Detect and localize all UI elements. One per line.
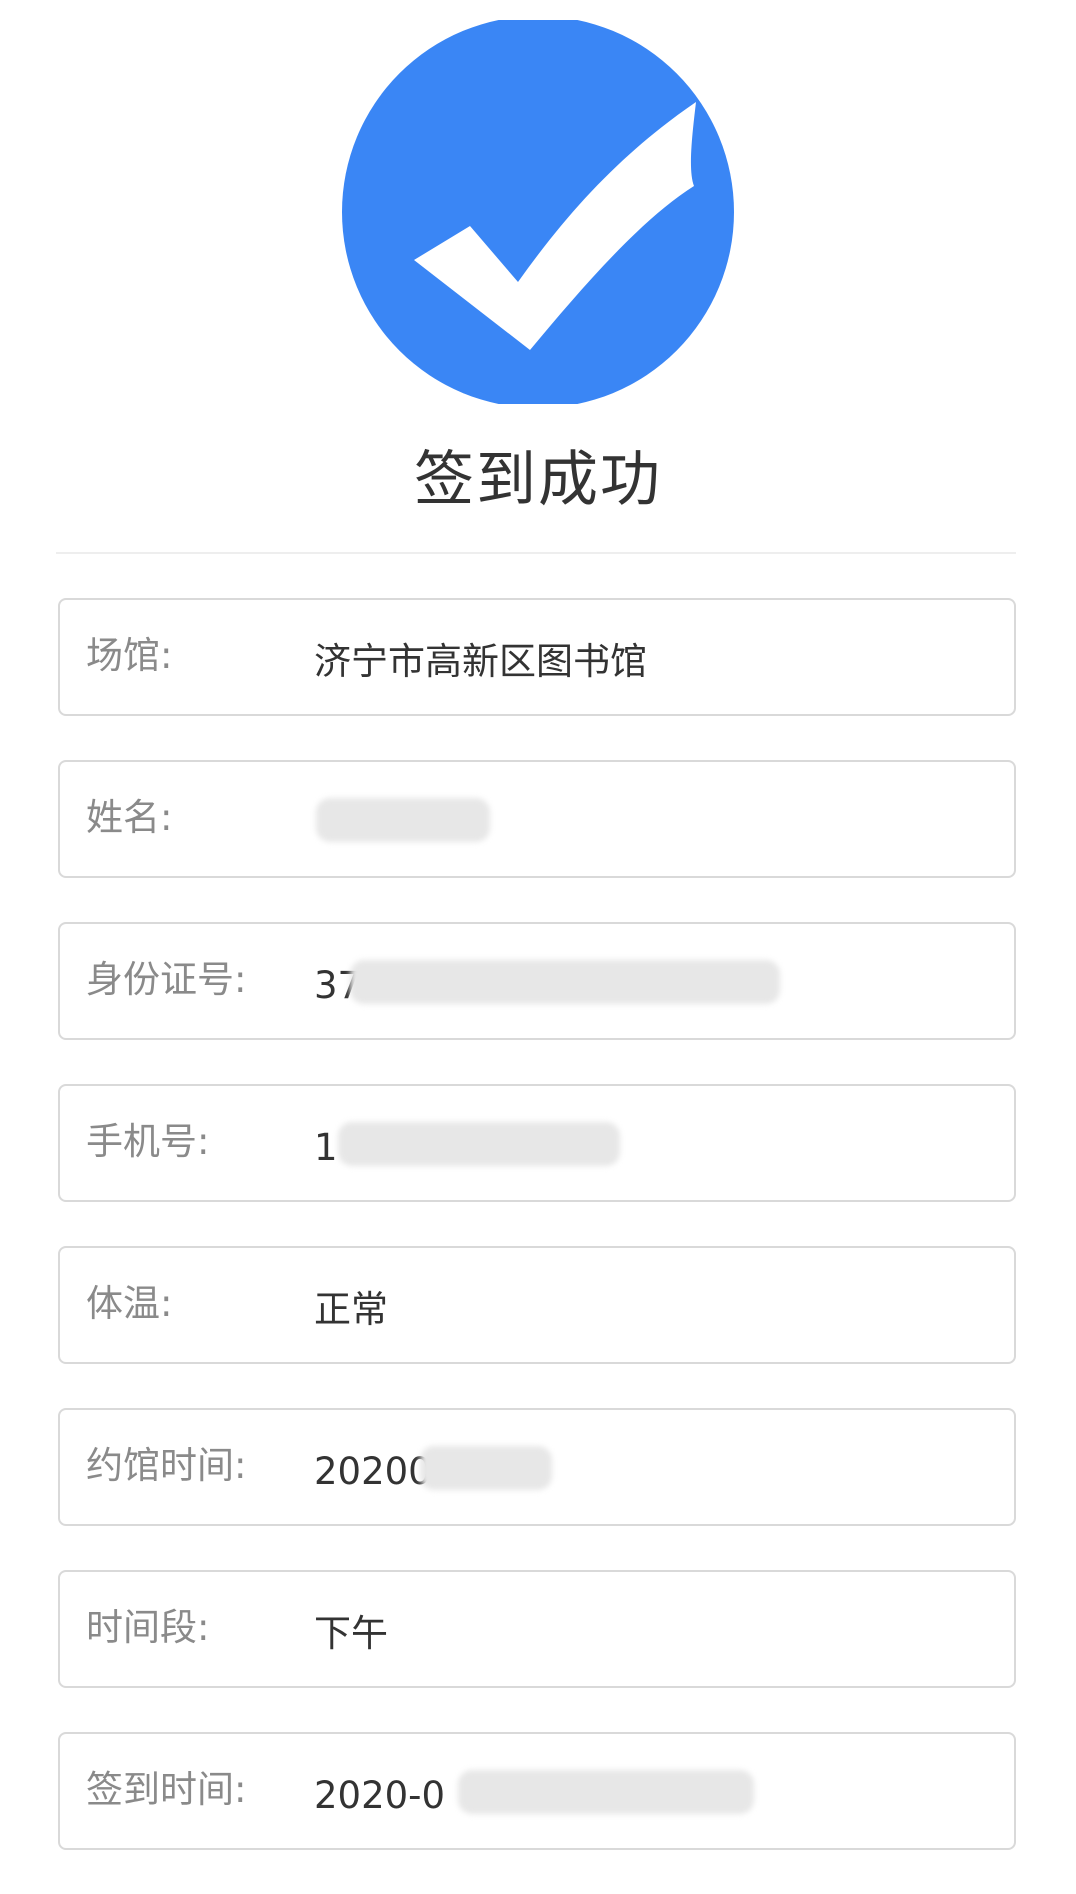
checkin-time-redaction [458, 1770, 754, 1814]
booking-date-redaction [420, 1446, 552, 1490]
time-slot-value: 下午 [314, 1612, 388, 1655]
info-row-checkin-time: 签到时间: 2020-0 [58, 1732, 1016, 1850]
info-row-venue: 场馆: 济宁市高新区图书馆 [58, 598, 1016, 716]
booking-date-value: 20200 [314, 1450, 432, 1493]
info-list: 场馆: 济宁市高新区图书馆 姓名: 身份证号: 37 手机号: 1 体温: 正常… [58, 598, 1016, 1894]
phone-value: 1 [314, 1126, 338, 1169]
checkin-time-label: 签到时间: [86, 1768, 247, 1811]
info-row-booking-date: 约馆时间: 20200 [58, 1408, 1016, 1526]
info-row-time-slot: 时间段: 下午 [58, 1570, 1016, 1688]
info-row-name: 姓名: [58, 760, 1016, 878]
info-row-temperature: 体温: 正常 [58, 1246, 1016, 1364]
booking-date-label: 约馆时间: [86, 1444, 247, 1487]
temperature-label: 体温: [86, 1282, 173, 1325]
page-title: 签到成功 [414, 445, 662, 515]
time-slot-label: 时间段: [86, 1606, 210, 1649]
name-label: 姓名: [86, 796, 173, 839]
phone-redaction [338, 1122, 620, 1166]
info-row-id-number: 身份证号: 37 [58, 922, 1016, 1040]
check-circle-background [342, 20, 734, 404]
check-circle-icon [342, 20, 734, 404]
id-number-label: 身份证号: [86, 958, 247, 1001]
id-number-redaction [350, 960, 780, 1004]
venue-value: 济宁市高新区图书馆 [314, 640, 647, 683]
name-redaction [316, 798, 490, 842]
checkin-time-value: 2020-0 [314, 1774, 446, 1817]
divider [56, 552, 1016, 554]
temperature-value: 正常 [314, 1288, 388, 1331]
venue-label: 场馆: [86, 634, 173, 677]
info-row-phone: 手机号: 1 [58, 1084, 1016, 1202]
phone-label: 手机号: [86, 1120, 210, 1163]
